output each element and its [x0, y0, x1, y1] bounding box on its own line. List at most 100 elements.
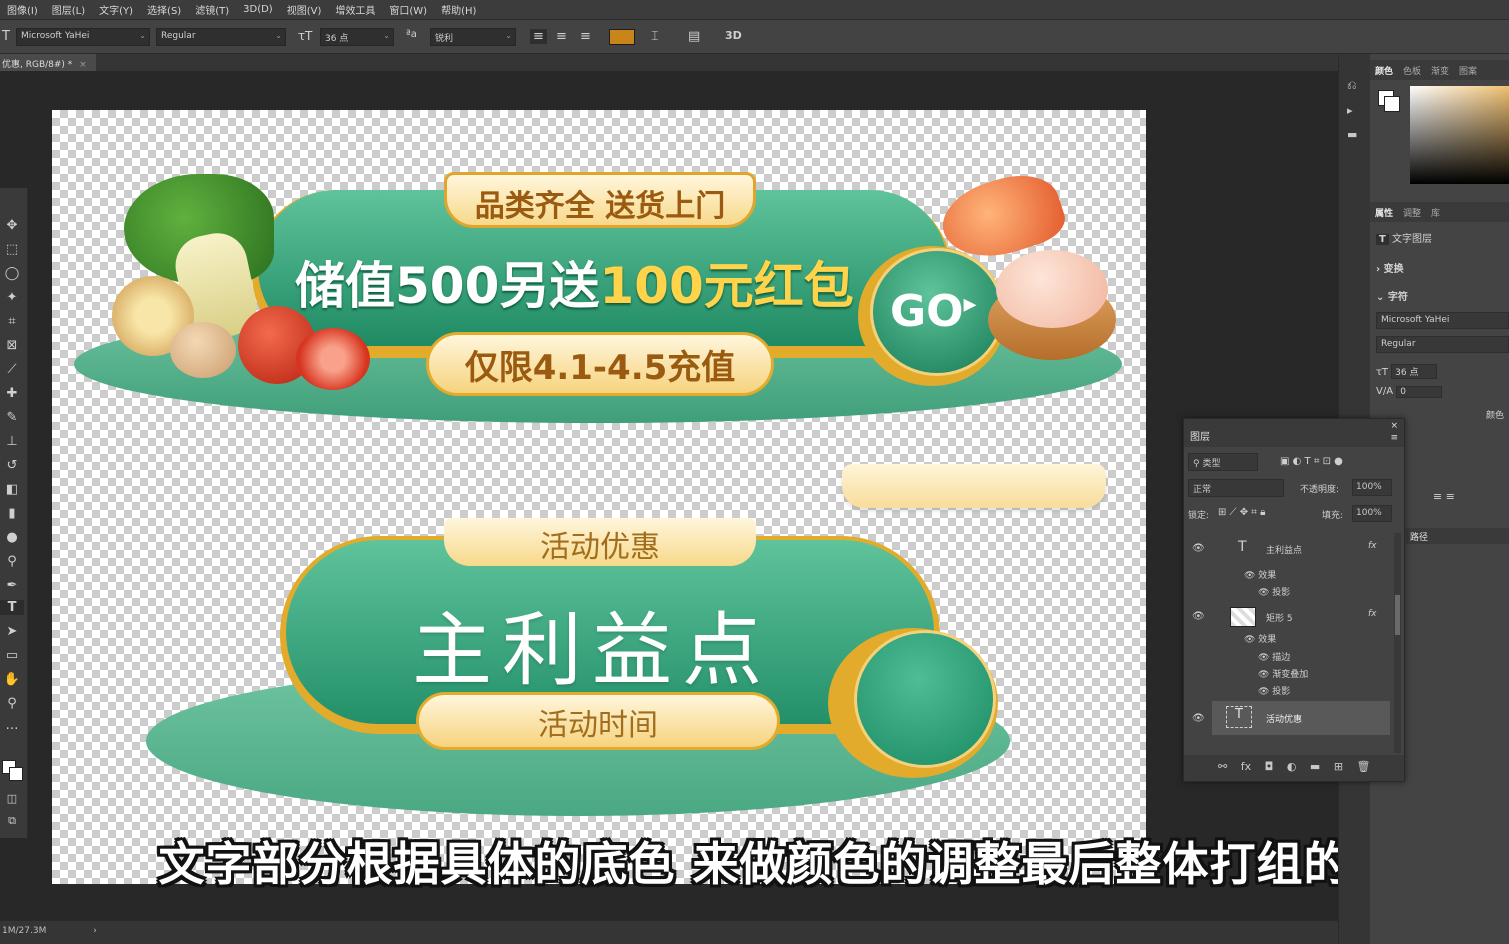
tab-paths[interactable]: 路径	[1406, 528, 1509, 544]
tab-libraries[interactable]: 库	[1426, 206, 1445, 219]
menu-layer[interactable]: 图层(L)	[45, 2, 92, 17]
history-brush-icon[interactable]: ↺	[0, 458, 24, 473]
effect-row[interactable]: 👁︎ 投影	[1258, 684, 1290, 697]
menu-image[interactable]: 图像(I)	[0, 2, 45, 17]
mask-icon[interactable]: ◘	[1265, 760, 1274, 773]
actions-panel-icon[interactable]: ▸	[1347, 104, 1353, 117]
color-picker-field[interactable]	[1410, 86, 1509, 184]
document-canvas[interactable]: 品类齐全 送货上门 储值500另送100元红包 仅限4.1-4.5充值 GO▸ …	[52, 110, 1146, 884]
layer-name[interactable]: 主利益点	[1266, 543, 1302, 556]
effects-row[interactable]: 👁︎ 效果	[1244, 632, 1276, 645]
trash-icon[interactable]: 🗑︎	[1357, 760, 1371, 773]
menu-select[interactable]: 选择(S)	[140, 2, 188, 17]
menu-window[interactable]: 窗口(W)	[382, 2, 434, 17]
rectangle-tool-icon[interactable]: ▭	[0, 648, 24, 663]
gradient-tool-icon[interactable]: ▮	[0, 506, 24, 521]
new-layer-icon[interactable]: ⊞	[1334, 760, 1343, 773]
more-tools-icon[interactable]: …	[0, 718, 24, 733]
font-family-select[interactable]: Microsoft YaHei ⌄	[16, 28, 150, 46]
menu-help[interactable]: 帮助(H)	[434, 2, 483, 17]
font-style-select[interactable]: Regular ⌄	[156, 28, 286, 46]
text-tool-preset-icon[interactable]: T	[2, 29, 10, 44]
layers-scrollbar[interactable]	[1394, 533, 1401, 753]
eyedropper-icon[interactable]: ⟋	[0, 362, 24, 377]
link-icon[interactable]: ⚯	[1218, 760, 1227, 773]
chevron-right-icon[interactable]: ›	[93, 926, 97, 936]
tab-properties[interactable]: 属性	[1370, 206, 1398, 219]
antialias-select[interactable]: 锐利 ⌄	[430, 28, 516, 46]
text-color-swatch[interactable]	[609, 29, 635, 45]
align-left-icon[interactable]: ≡	[530, 29, 547, 44]
document-tab[interactable]: 优惠, RGB/8#) * ×	[0, 54, 96, 71]
panel-menu-icon[interactable]: ≡	[1390, 433, 1398, 443]
eye-icon[interactable]: 👁︎	[1192, 611, 1205, 622]
close-icon[interactable]: ×	[79, 60, 87, 70]
frame-tool-icon[interactable]: ⊠	[0, 338, 24, 353]
blend-mode-select[interactable]: 正常	[1188, 479, 1284, 497]
align-right-icon[interactable]: ≡	[580, 29, 591, 44]
zoom-tool-icon[interactable]: ⚲	[0, 696, 24, 711]
prop-font-family[interactable]: Microsoft YaHei	[1376, 312, 1509, 329]
layer-row-selected[interactable]: T 活动优惠	[1212, 701, 1390, 735]
fx-icon[interactable]: fx	[1241, 760, 1251, 773]
layer-filter-icons[interactable]: ▣ ◐ T ⌗ ⊡ ●	[1280, 456, 1343, 467]
character-section[interactable]: ⌄ 字符	[1376, 288, 1408, 303]
comments-panel-icon[interactable]: ▬	[1347, 128, 1357, 141]
eraser-icon[interactable]: ◧	[0, 482, 24, 497]
fx-icon[interactable]: fx	[1368, 609, 1377, 619]
prop-tracking[interactable]: 0	[1396, 386, 1443, 398]
effect-row[interactable]: 👁︎ 渐变叠加	[1258, 667, 1308, 680]
magic-wand-icon[interactable]: ✦	[0, 290, 24, 305]
menu-filter[interactable]: 滤镜(T)	[188, 2, 236, 17]
prop-font-style[interactable]: Regular	[1376, 336, 1509, 353]
eye-icon[interactable]: 👁︎	[1192, 543, 1205, 554]
tab-color[interactable]: 颜色	[1370, 64, 1398, 77]
prop-font-size[interactable]: 36 点	[1391, 364, 1438, 379]
adjustment-icon[interactable]: ◐	[1287, 760, 1297, 773]
healing-brush-icon[interactable]: ✚	[0, 386, 24, 401]
history-panel-icon[interactable]: ⎌	[1347, 78, 1357, 93]
background-color-swatch[interactable]	[9, 767, 23, 781]
warp-text-icon[interactable]: ⌶	[651, 29, 659, 44]
scrollbar-thumb[interactable]	[1395, 595, 1400, 635]
blur-tool-icon[interactable]: ●	[0, 530, 24, 545]
tab-gradients[interactable]: 渐变	[1426, 64, 1454, 77]
marquee-tool-icon[interactable]: ⬚	[0, 242, 24, 257]
3d-button[interactable]: 3D	[725, 29, 742, 42]
eye-icon[interactable]: 👁︎	[1192, 713, 1205, 724]
layer-filter-select[interactable]: ⚲ 类型	[1188, 453, 1258, 471]
screen-mode-icon[interactable]: ⧉	[0, 814, 24, 828]
crop-tool-icon[interactable]: ⌗	[0, 314, 24, 329]
layer-name[interactable]: 矩形 5	[1266, 611, 1293, 624]
type-tool-icon[interactable]: T	[0, 600, 24, 615]
opacity-field[interactable]: 100%	[1352, 479, 1392, 496]
transform-section[interactable]: › 变换	[1376, 260, 1404, 275]
align-center-icon[interactable]: ≡	[556, 29, 567, 44]
hand-tool-icon[interactable]: ✋	[0, 672, 24, 687]
tab-adjustments[interactable]: 调整	[1398, 206, 1426, 219]
character-panel-icon[interactable]: ▤	[688, 29, 700, 44]
close-icon[interactable]: ×	[1390, 421, 1398, 431]
effect-row[interactable]: 👁︎ 投影	[1258, 585, 1290, 598]
layer-name[interactable]: 活动优惠	[1266, 712, 1302, 725]
fill-field[interactable]: 100%	[1352, 505, 1392, 522]
lasso-tool-icon[interactable]: ◯	[0, 266, 24, 281]
move-tool-icon[interactable]: ✥	[0, 218, 24, 233]
quick-mask-icon[interactable]: ◫	[0, 792, 24, 805]
color-bg-swatch[interactable]	[1384, 96, 1400, 112]
menu-view[interactable]: 视图(V)	[280, 2, 329, 17]
effect-row[interactable]: 👁︎ 描边	[1258, 650, 1290, 663]
dodge-tool-icon[interactable]: ⚲	[0, 554, 24, 569]
brush-tool-icon[interactable]: ✎	[0, 410, 24, 425]
menu-type[interactable]: 文字(Y)	[92, 2, 140, 17]
lock-icons[interactable]: ⊞ ⟋ ✥ ⌗ 🔒︎	[1218, 507, 1265, 518]
tab-swatches[interactable]: 色板	[1398, 64, 1426, 77]
tab-patterns[interactable]: 图案	[1454, 64, 1482, 77]
font-size-select[interactable]: 36 点 ⌄	[320, 28, 394, 46]
fx-icon[interactable]: fx	[1368, 541, 1377, 551]
menu-3d[interactable]: 3D(D)	[236, 4, 280, 15]
path-select-icon[interactable]: ➤	[0, 624, 24, 639]
stamp-tool-icon[interactable]: ⊥	[0, 434, 24, 449]
folder-icon[interactable]: ▬	[1310, 760, 1320, 773]
banner-2-headline[interactable]: 主利益点	[352, 586, 832, 702]
